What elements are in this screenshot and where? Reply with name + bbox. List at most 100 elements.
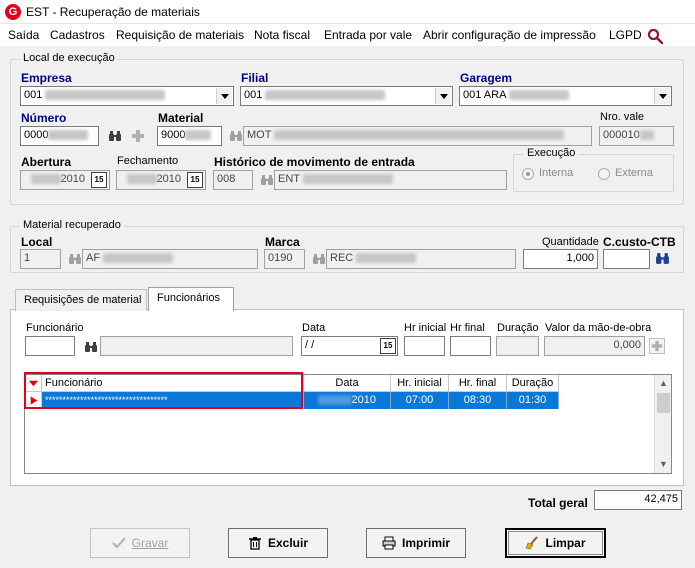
menu-abrir-config[interactable]: Abrir configuração de impressão <box>423 28 596 42</box>
binoculars-icon <box>230 131 242 141</box>
marca-field: 0190 <box>264 249 305 269</box>
grid-vertical-scrollbar[interactable]: ▲ ▼ <box>654 375 671 473</box>
local-field: 1 <box>20 249 61 269</box>
local-execucao-legend: Local de execução <box>20 52 118 64</box>
filial-combo[interactable]: 001 <box>240 86 453 106</box>
material-description: MOT <box>243 126 592 146</box>
funcionario-field[interactable] <box>25 336 75 356</box>
garagem-label: Garagem <box>460 71 513 85</box>
calendar-icon[interactable]: 15 <box>380 338 396 354</box>
search-icon[interactable] <box>647 28 663 44</box>
highlight-annotation <box>24 372 303 409</box>
add-icon[interactable] <box>131 129 145 143</box>
gravar-label: Gravar <box>131 536 169 550</box>
table-row-data[interactable]: 2010 <box>304 392 391 409</box>
material-recuperado-legend: Material recuperado <box>20 219 124 231</box>
binoculars-icon[interactable] <box>84 340 98 354</box>
add-icon <box>651 340 663 352</box>
chevron-down-icon[interactable] <box>216 88 232 104</box>
check-icon <box>111 537 126 549</box>
numero-label: Número <box>21 111 67 125</box>
funcionario-name-display <box>100 336 293 356</box>
chevron-down-icon[interactable] <box>654 88 670 104</box>
material-label: Material <box>158 111 204 125</box>
numero-field[interactable]: 0000 <box>20 126 99 146</box>
hr-final-field[interactable] <box>450 336 491 356</box>
garagem-combo[interactable]: 001 ARA <box>459 86 672 106</box>
chevron-down-icon[interactable] <box>435 88 451 104</box>
limpar-button[interactable]: Limpar <box>505 528 606 558</box>
calendar-icon: 15 <box>187 172 203 188</box>
historico-code: 008 <box>213 170 253 190</box>
app-logo-icon: G <box>5 4 21 20</box>
valor-label: Valor da mão-de-obra <box>545 322 652 334</box>
valor-field: 0,000 <box>544 336 645 356</box>
radio-externa-label: Externa <box>615 167 653 179</box>
filial-label: Filial <box>241 71 269 85</box>
window-title: EST - Recuperação de materiais <box>26 5 200 19</box>
binoculars-icon <box>69 254 81 264</box>
quantidade-label: Quantidade <box>542 236 599 248</box>
col-header-hr-final[interactable]: Hr. final <box>449 375 507 392</box>
table-row-duracao[interactable]: 01:30 <box>507 392 559 409</box>
binoculars-icon[interactable] <box>108 129 122 143</box>
menu-lgpd[interactable]: LGPD <box>609 28 642 42</box>
imprimir-button[interactable]: Imprimir <box>366 528 466 558</box>
binoculars-icon <box>313 254 325 264</box>
quantidade-field[interactable]: 1,000 <box>523 249 598 269</box>
hr-inicial-field[interactable] <box>404 336 445 356</box>
historico-label: Histórico de movimento de entrada <box>214 155 415 169</box>
add-valor-button <box>649 338 665 354</box>
tab-funcionarios[interactable]: Funcionários <box>148 287 234 311</box>
funcionario-label: Funcionário <box>26 322 84 334</box>
ccusto-field[interactable] <box>603 249 650 269</box>
historico-description: ENT <box>274 170 507 190</box>
excluir-button[interactable]: Excluir <box>228 528 328 558</box>
data-label: Data <box>302 322 326 334</box>
scroll-down-icon[interactable]: ▼ <box>655 456 672 473</box>
radio-interna[interactable] <box>522 168 534 180</box>
duracao-label: Duração <box>497 322 539 334</box>
printer-icon <box>382 536 396 550</box>
scroll-thumb[interactable] <box>657 393 670 413</box>
total-geral-field: 42,475 <box>594 490 682 510</box>
marca-label: Marca <box>265 235 300 249</box>
table-row-hr-inicial[interactable]: 07:00 <box>391 392 449 409</box>
scroll-up-icon[interactable]: ▲ <box>655 375 672 392</box>
nro-vale-label: Nro. vale <box>600 111 645 123</box>
duracao-field <box>496 336 539 356</box>
material-field[interactable]: 9000 <box>157 126 222 146</box>
hr-inicial-label: Hr inicial <box>404 322 447 334</box>
menu-entrada-vale[interactable]: Entrada por vale <box>324 28 412 42</box>
broom-icon <box>526 536 539 550</box>
trash-icon <box>248 537 261 550</box>
nro-vale-field: 000010 <box>599 126 674 146</box>
hr-final-label: Hr final <box>450 322 485 334</box>
abertura-label: Abertura <box>21 155 72 169</box>
local-description: AF <box>82 249 258 269</box>
menu-cadastros[interactable]: Cadastros <box>50 28 105 42</box>
col-header-duracao[interactable]: Duração <box>507 375 559 392</box>
execucao-legend: Execução <box>524 147 579 159</box>
binoculars-icon <box>261 175 273 185</box>
table-row-hr-final[interactable]: 08:30 <box>449 392 507 409</box>
empresa-label: Empresa <box>21 71 72 85</box>
gravar-button[interactable]: Gravar <box>90 528 190 558</box>
excluir-label: Excluir <box>267 536 309 550</box>
menu-saida[interactable]: Saída <box>8 28 39 42</box>
menu-requisicao[interactable]: Requisição de materiais <box>116 28 244 42</box>
imprimir-label: Imprimir <box>401 536 450 550</box>
limpar-label: Limpar <box>545 536 586 550</box>
tab-requisicoes[interactable]: Requisições de material <box>15 289 147 311</box>
empresa-combo[interactable]: 001 <box>20 86 234 106</box>
col-header-data[interactable]: Data <box>304 375 391 392</box>
calendar-icon: 15 <box>91 172 107 188</box>
binoculars-icon[interactable] <box>655 251 670 266</box>
radio-externa[interactable] <box>598 168 610 180</box>
ccusto-label: C.custo-CTB <box>603 235 676 249</box>
local-label: Local <box>21 235 53 249</box>
radio-interna-label: Interna <box>539 167 574 179</box>
fechamento-label: Fechamento <box>117 155 179 167</box>
col-header-hr-inicial[interactable]: Hr. inicial <box>391 375 449 392</box>
menu-nota-fiscal[interactable]: Nota fiscal <box>254 28 310 42</box>
